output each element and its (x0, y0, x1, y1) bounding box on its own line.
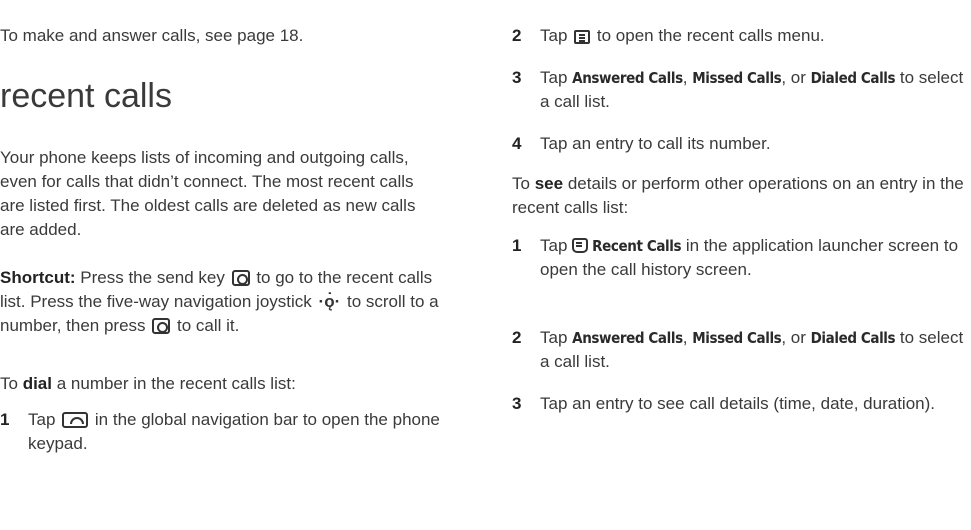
step-text: Tap Recent Calls in the application laun… (540, 234, 964, 282)
shortcut-label: Shortcut: (0, 268, 76, 287)
menu-icon (574, 30, 591, 44)
separator: , (682, 68, 688, 87)
see-bold: see (534, 174, 564, 193)
dialed-calls-label: Dialed Calls (810, 69, 896, 87)
joystick-icon: ·ǫ̇· (318, 292, 341, 311)
section-heading: recent calls (0, 77, 172, 115)
shortcut-text-4: to call it. (177, 316, 240, 335)
intro-paragraph: Your phone keeps lists of incoming and o… (0, 148, 416, 239)
send-key-icon (231, 270, 250, 286)
step-pre: Tap (28, 410, 56, 429)
step-post: in the global navigation bar to open the… (28, 410, 440, 453)
step-text: Tap an entry to see call details (time, … (540, 394, 935, 413)
step-text: Tap Answered Calls, Missed Calls, or Dia… (540, 66, 964, 114)
step-number: 4 (512, 134, 522, 153)
answered-calls-label: Answered Calls (572, 329, 683, 347)
step-number: 2 (512, 328, 522, 347)
see-post: details or perform other operations on a… (512, 174, 964, 217)
shortcut-text-1: Press the send key (80, 268, 225, 287)
step-text: Tap an entry to call its number. (540, 134, 771, 153)
dial-instruction: To dial a number in the recent calls lis… (0, 372, 440, 396)
step-pre: Tap (540, 236, 568, 255)
missed-calls-label: Missed Calls (692, 329, 782, 347)
step-text: Tap Answered Calls, Missed Calls, or Dia… (540, 326, 964, 374)
separator: , or (781, 68, 806, 87)
dialed-calls-label: Dialed Calls (810, 329, 896, 347)
separator: , (682, 328, 688, 347)
step-pre: Tap (540, 328, 568, 347)
phone-key-icon (62, 412, 89, 428)
step-text: Tap to open the recent calls menu. (540, 24, 964, 48)
separator: , or (781, 328, 806, 347)
recent-calls-label: Recent Calls (592, 237, 682, 255)
shortcut-paragraph: Shortcut: Press the send key to go to th… (0, 266, 440, 338)
step-number: 1 (512, 236, 522, 255)
step-post: to open the recent calls menu. (596, 26, 825, 45)
see-pre: To (512, 174, 530, 193)
send-key-icon (152, 318, 171, 334)
dial-post: a number in the recent calls list: (56, 374, 296, 393)
step-number: 3 (512, 68, 522, 87)
step-number: 3 (512, 394, 522, 413)
recent-calls-icon (572, 238, 589, 253)
step-pre: Tap (540, 68, 568, 87)
step-pre: Tap (540, 26, 568, 45)
answered-calls-label: Answered Calls (572, 69, 683, 87)
intro-text: To make and answer calls, see page 18. (0, 26, 304, 45)
step-text: Tap in the global navigation bar to open… (28, 408, 440, 456)
missed-calls-label: Missed Calls (692, 69, 782, 87)
see-instruction: To see details or perform other operatio… (512, 172, 964, 220)
dial-bold: dial (22, 374, 52, 393)
dial-pre: To (0, 374, 18, 393)
step-number: 2 (512, 26, 522, 45)
step-number: 1 (0, 410, 10, 429)
